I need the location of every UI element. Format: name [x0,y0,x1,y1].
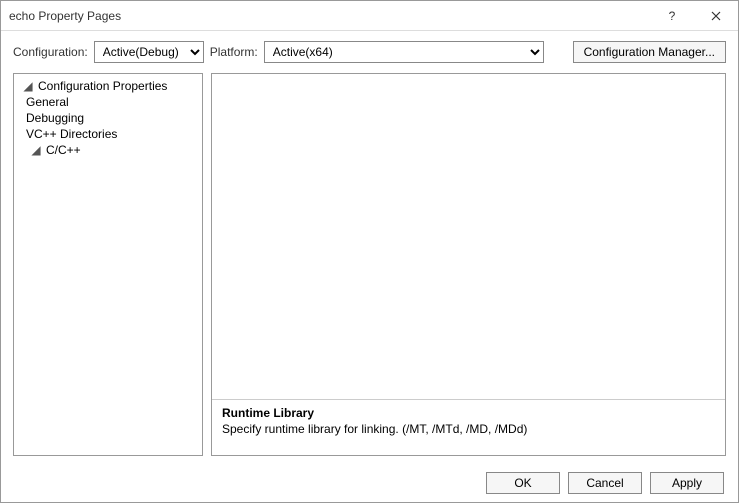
dialog-body: ◢Configuration PropertiesGeneralDebuggin… [1,73,738,464]
apply-button[interactable]: Apply [650,472,724,494]
tree-toggle-icon[interactable]: ◢ [22,79,34,93]
configuration-manager-button[interactable]: Configuration Manager... [573,41,726,63]
platform-select[interactable]: Active(x64) [264,41,544,63]
config-toolbar: Configuration: Active(Debug) Platform: A… [1,31,738,73]
platform-label: Platform: [210,45,258,59]
close-button[interactable] [694,1,738,31]
description-text: Specify runtime library for linking. (/M… [222,422,715,436]
tree-root-label[interactable]: Configuration Properties [34,78,171,94]
property-grid-wrap: Runtime Library Specify runtime library … [211,73,726,456]
right-pane: Runtime Library Specify runtime library … [211,73,726,456]
configuration-select[interactable]: Active(Debug) [94,41,204,63]
tree-item[interactable]: Debugging [22,110,88,126]
tree-cpp[interactable]: C/C++ [42,142,85,158]
dialog-footer: OK Cancel Apply [1,464,738,502]
description-title: Runtime Library [222,406,715,420]
tree-item[interactable]: General [22,94,73,110]
cancel-button[interactable]: Cancel [568,472,642,494]
property-pages-dialog: echo Property Pages ? Configuration: Act… [0,0,739,503]
close-icon [711,11,721,21]
configuration-label: Configuration: [13,45,88,59]
window-title: echo Property Pages [9,9,650,23]
ok-button[interactable]: OK [486,472,560,494]
property-grid[interactable] [212,74,725,399]
description-pane: Runtime Library Specify runtime library … [212,399,725,455]
titlebar: echo Property Pages ? [1,1,738,31]
tree-item[interactable]: VC++ Directories [22,126,121,142]
nav-tree[interactable]: ◢Configuration PropertiesGeneralDebuggin… [13,73,203,456]
help-button[interactable]: ? [650,1,694,31]
tree-toggle-icon[interactable]: ◢ [30,143,42,157]
